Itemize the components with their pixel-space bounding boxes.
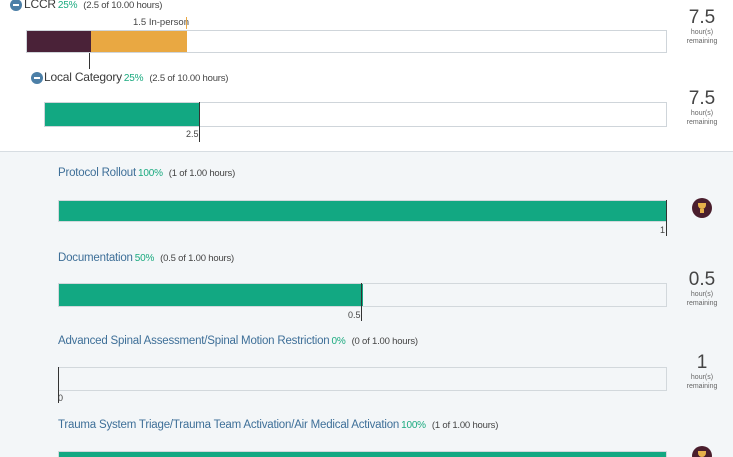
lccr-remaining-value: 7.5	[688, 7, 716, 28]
local-category-remaining-label: remaining	[686, 119, 718, 126]
lccr-detail: (2.5 of 10.00 hours)	[83, 0, 163, 11]
protocol-rollout-title[interactable]: Protocol Rollout 100% (1 of 1.00 hours)	[58, 167, 235, 179]
advanced-spinal-remaining-label: remaining	[686, 383, 718, 390]
lccr-progress-bar	[26, 30, 667, 53]
advanced-spinal-detail: (0 of 1.00 hours)	[351, 336, 419, 347]
advanced-spinal-percent: 0%	[331, 336, 346, 347]
local-category-marker	[199, 102, 200, 142]
advanced-spinal-remaining-unit: hour(s)	[690, 374, 714, 381]
local-category-value-label: 2.5	[186, 129, 199, 139]
advanced-spinal-title[interactable]: Advanced Spinal Assessment/Spinal Motion…	[58, 335, 418, 347]
lccr-remaining: 7.5 hour(s) remaining	[677, 8, 727, 46]
trauma-triage-detail: (1 of 1.00 hours)	[431, 420, 499, 431]
documentation-title[interactable]: Documentation 50% (0.5 of 1.00 hours)	[58, 252, 234, 264]
trauma-triage-fill	[59, 452, 666, 457]
requirements-panel: LCCR 25% (2.5 of 10.00 hours) 1.5 In-perso…	[0, 0, 733, 152]
collapse-local-category-icon[interactable]	[31, 72, 43, 84]
documentation-fill	[59, 284, 363, 306]
local-category-detail: (2.5 of 10.00 hours)	[149, 73, 229, 84]
lccr-top-marker	[186, 17, 187, 29]
documentation-progress-bar	[58, 283, 667, 307]
documentation-remaining: 0.5 hour(s) remaining	[677, 270, 727, 308]
documentation-remaining-label: remaining	[686, 300, 718, 307]
protocol-rollout-percent: 100%	[137, 168, 163, 179]
collapse-lccr-icon[interactable]	[10, 0, 22, 11]
protocol-rollout-progress-bar	[58, 200, 667, 222]
protocol-rollout-fill	[59, 201, 666, 221]
local-category-fill	[45, 103, 201, 126]
local-category-percent: 25%	[123, 73, 144, 84]
advanced-spinal-progress-bar	[58, 367, 667, 391]
documentation-remaining-unit: hour(s)	[690, 291, 714, 298]
protocol-rollout-title-text[interactable]: Protocol Rollout	[58, 167, 136, 179]
trauma-triage-percent: 100%	[401, 420, 426, 431]
protocol-rollout-value-label: 1	[660, 225, 666, 235]
lccr-percent: 25%	[57, 0, 78, 11]
lccr-in-person-segment	[90, 31, 187, 52]
lccr-title-text: LCCR	[24, 0, 56, 11]
lccr-remaining-label: remaining	[686, 38, 718, 45]
local-category-remaining-unit: hour(s)	[690, 110, 714, 117]
local-category-remaining-value: 7.5	[688, 88, 716, 109]
advanced-spinal-value-label: 0	[58, 393, 64, 403]
lccr-completed-segment	[27, 31, 91, 52]
protocol-rollout-marker	[666, 200, 667, 236]
protocol-rollout-detail: (1 of 1.00 hours)	[168, 168, 236, 179]
protocols-panel: Protocol Rollout 100% (1 of 1.00 hours) 1 …	[0, 153, 733, 457]
lccr-bottom-marker	[89, 53, 90, 69]
lccr-title: LCCR 25% (2.5 of 10.00 hours)	[24, 0, 162, 11]
advanced-spinal-title-text[interactable]: Advanced Spinal Assessment/Spinal Motion…	[58, 335, 330, 347]
documentation-percent: 50%	[134, 253, 155, 264]
advanced-spinal-remaining-value: 1	[696, 352, 708, 373]
trauma-triage-progress-bar	[58, 451, 667, 457]
local-category-title-text: Local Category	[44, 70, 122, 84]
lccr-marker-label: 1.5 In-person	[133, 17, 189, 28]
lccr-remaining-unit: hour(s)	[690, 29, 714, 36]
trophy-icon	[692, 198, 712, 218]
documentation-marker	[361, 283, 362, 321]
documentation-remaining-value: 0.5	[688, 269, 716, 290]
documentation-detail: (0.5 of 1.00 hours)	[160, 253, 235, 264]
trauma-triage-title[interactable]: Trauma System Triage/Trauma Team Activat…	[58, 419, 498, 431]
local-category-remaining: 7.5 hour(s) remaining	[677, 89, 727, 127]
advanced-spinal-remaining: 1 hour(s) remaining	[677, 353, 727, 391]
local-category-progress-bar	[44, 102, 667, 127]
documentation-title-text[interactable]: Documentation	[58, 252, 133, 264]
trophy-icon	[692, 446, 712, 457]
documentation-value-label: 0.5	[348, 310, 361, 320]
local-category-title: Local Category 25% (2.5 of 10.00 hours)	[44, 70, 228, 84]
trauma-triage-title-text[interactable]: Trauma System Triage/Trauma Team Activat…	[58, 419, 399, 431]
